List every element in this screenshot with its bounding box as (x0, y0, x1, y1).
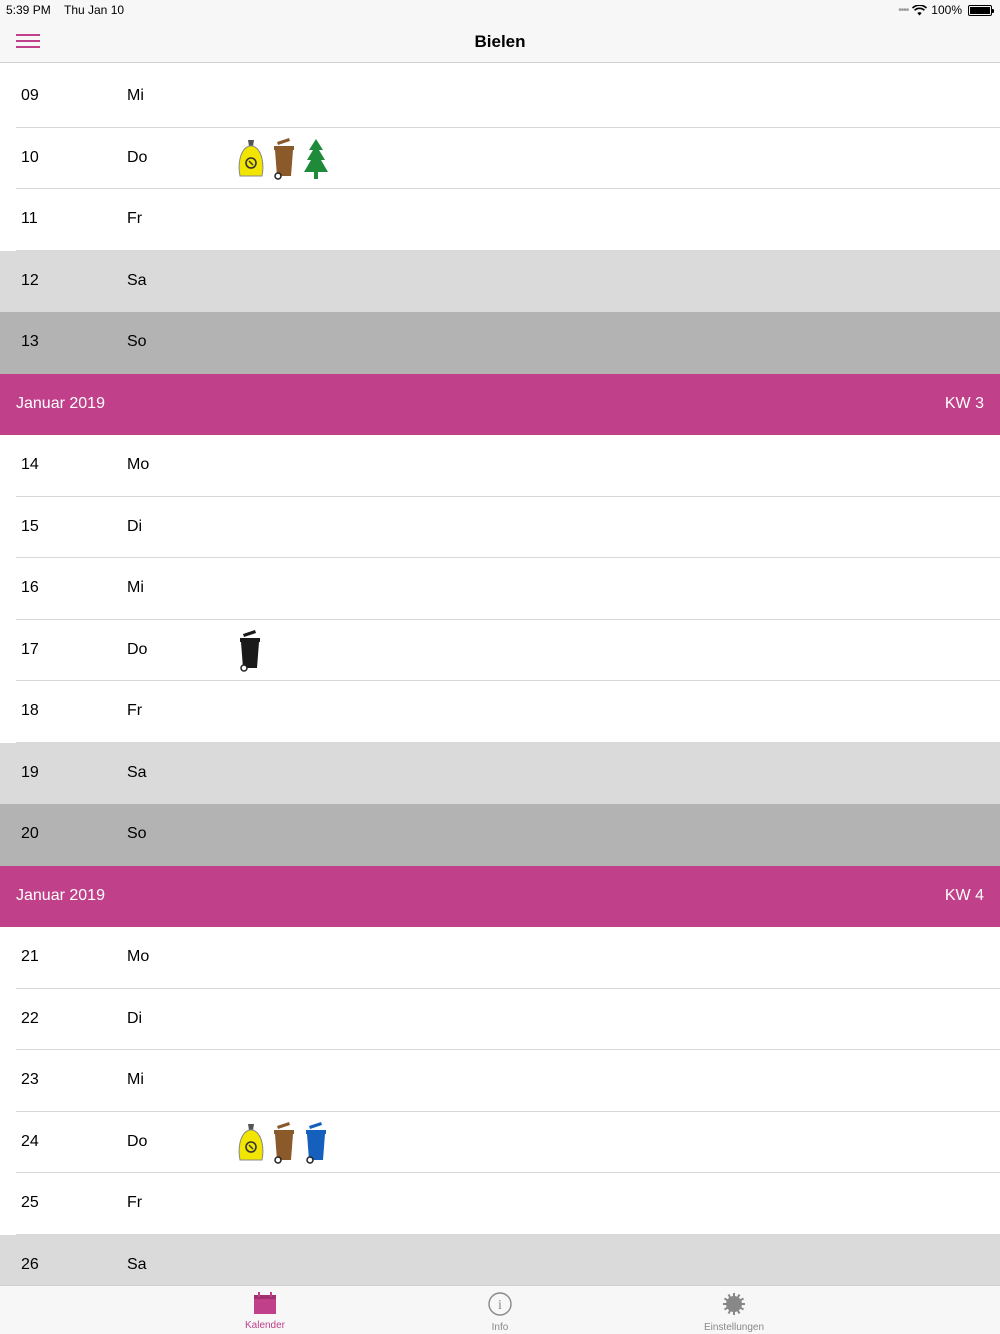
week-header: Januar 2019 KW 4 (0, 865, 1000, 927)
day-weekday: So (127, 825, 147, 842)
day-row[interactable]: 12 Sa (0, 250, 1000, 312)
day-row[interactable]: 20 So (0, 804, 1000, 866)
day-weekday: Mi (127, 579, 144, 596)
day-weekday: So (127, 333, 147, 350)
day-number: 22 (21, 1009, 39, 1027)
day-number: 11 (21, 210, 38, 227)
week-header: Januar 2019 KW 3 (0, 373, 1000, 435)
day-row[interactable]: 24 Do (0, 1112, 1000, 1174)
svg-text:i: i (498, 1298, 502, 1313)
day-weekday: Di (127, 517, 143, 535)
day-number: 19 (21, 763, 39, 781)
status-bar: 5:39 PM Thu Jan 10 •••• 100% (0, 0, 1000, 20)
day-weekday: Di (127, 1009, 143, 1027)
calendar-icon (254, 1292, 276, 1314)
day-number: 12 (21, 271, 39, 289)
battery-icon (968, 4, 994, 16)
tab-label-einstellungen: Einstellungen (703, 1322, 765, 1333)
navigation-bar: Bielen (0, 20, 1000, 63)
page-title: Bielen (474, 32, 526, 51)
day-row[interactable]: 19 Sa (0, 742, 1000, 804)
day-row[interactable]: 15 Di (0, 497, 1000, 559)
day-weekday: Sa (127, 271, 147, 289)
signal-dots-icon: •••• (898, 4, 909, 16)
day-weekday: Fr (127, 210, 143, 227)
day-row[interactable]: 23 Mi (0, 1050, 1000, 1112)
yellow-bag-icon (238, 1123, 264, 1160)
day-row[interactable]: 22 Di (0, 989, 1000, 1051)
pickup-icons (237, 137, 329, 180)
status-date: Thu Jan 10 (64, 3, 125, 17)
status-right: •••• 100% (898, 3, 994, 17)
day-weekday: Do (127, 1132, 148, 1150)
day-number: 16 (21, 579, 39, 596)
day-row[interactable]: 09 Mi (0, 66, 1000, 128)
day-number: 23 (21, 1071, 39, 1088)
day-row[interactable]: 11 Fr (0, 189, 1000, 251)
day-weekday: Mo (127, 456, 150, 473)
bio-bin-icon (274, 1121, 294, 1164)
day-number: 24 (21, 1132, 39, 1150)
day-weekday: Mo (127, 948, 150, 965)
residual-bin-icon (240, 629, 260, 672)
paper-bin-icon (306, 1121, 326, 1164)
tab-kalender[interactable]: Kalender (205, 1292, 325, 1331)
day-row[interactable]: 21 Mo (0, 927, 1000, 989)
week-header-kw: KW 4 (944, 886, 984, 904)
day-weekday: Fr (127, 702, 143, 719)
tab-einstellungen[interactable]: Einstellungen (674, 1292, 794, 1333)
battery-fill (970, 6, 990, 14)
day-number: 09 (21, 87, 39, 104)
day-number: 10 (21, 148, 39, 166)
tab-bar: Kalender i Info Einstellungen (0, 1285, 1000, 1334)
day-row[interactable]: 17 Do (0, 620, 1000, 682)
day-number: 13 (21, 333, 39, 350)
week-header-month: Januar 2019 (16, 886, 105, 904)
battery-percent: 100% (931, 3, 962, 17)
day-row[interactable]: 13 So (0, 312, 1000, 374)
calendar-list[interactable]: 09 Mi 10 Do 11 Fr 12 Sa 13 So Januar 2019 KW 3 14 Mo 1… (0, 66, 1000, 1296)
week-header-month: Januar 2019 (16, 394, 105, 412)
day-number: 14 (21, 456, 39, 473)
day-number: 25 (21, 1194, 39, 1211)
info-icon: i (488, 1292, 512, 1316)
bio-bin-icon (274, 137, 294, 180)
pickup-icons (237, 629, 263, 672)
day-weekday: Do (127, 640, 148, 658)
status-time: 5:39 PM (6, 3, 51, 17)
day-number: 20 (21, 825, 39, 842)
day-number: 26 (21, 1255, 39, 1273)
day-number: 17 (21, 640, 39, 658)
day-weekday: Fr (127, 1194, 143, 1211)
tab-info[interactable]: i Info (440, 1292, 560, 1333)
day-weekday: Do (127, 148, 148, 166)
day-number: 21 (21, 948, 39, 965)
tab-label-info: Info (491, 1322, 509, 1333)
day-row[interactable]: 18 Fr (0, 681, 1000, 743)
christmas-tree-icon (304, 138, 328, 179)
day-number: 15 (21, 517, 39, 535)
yellow-bag-icon (238, 139, 264, 176)
pickup-icons (237, 1121, 329, 1164)
week-header-kw: KW 3 (944, 394, 984, 412)
day-row[interactable]: 14 Mo (0, 435, 1000, 497)
tab-label-kalender: Kalender (244, 1320, 286, 1331)
day-weekday: Mi (127, 87, 144, 104)
day-weekday: Sa (127, 1255, 147, 1273)
day-row[interactable]: 25 Fr (0, 1173, 1000, 1235)
day-weekday: Mi (127, 1071, 144, 1088)
day-row[interactable]: 16 Mi (0, 558, 1000, 620)
settings-gear-icon (723, 1293, 745, 1315)
day-weekday: Sa (127, 763, 147, 781)
day-row[interactable]: 10 Do (0, 128, 1000, 190)
day-number: 18 (21, 702, 39, 719)
wifi-icon (912, 4, 928, 15)
